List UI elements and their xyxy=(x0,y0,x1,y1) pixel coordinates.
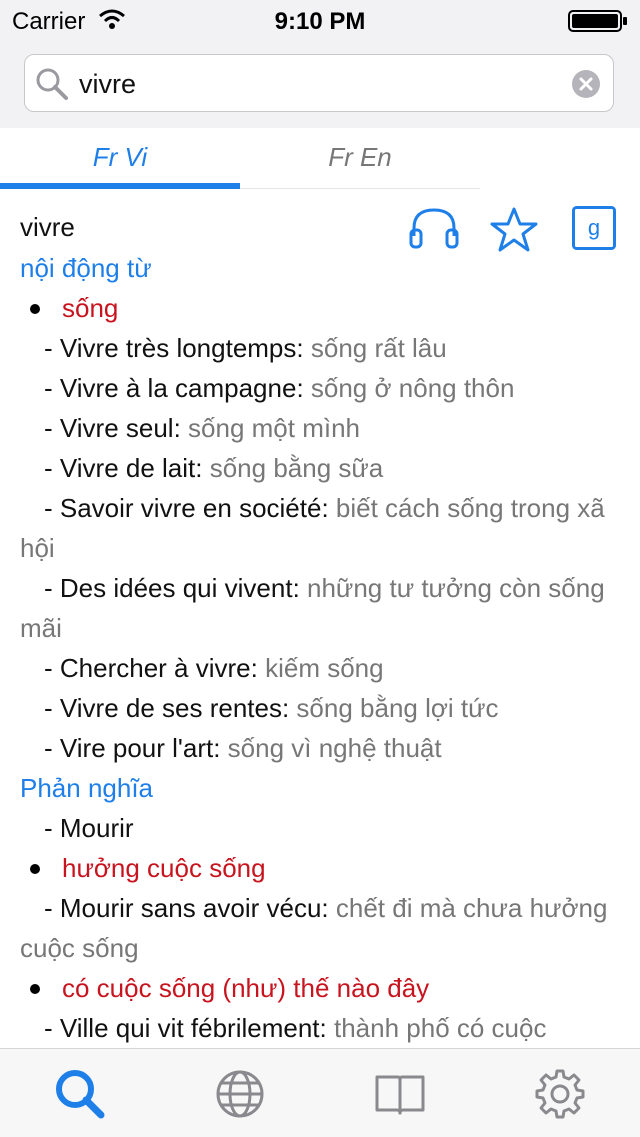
example-fr: - Vivre très longtemps xyxy=(44,333,297,363)
example-fr: - Vire pour l'art xyxy=(44,733,214,763)
clear-search-icon[interactable] xyxy=(571,69,601,99)
example-line: - Mourir sans avoir vécu: chết đi mà chư… xyxy=(20,893,608,963)
example-vi: kiếm sống xyxy=(265,653,384,683)
star-icon[interactable] xyxy=(490,206,538,252)
part-of-speech: nội động từ xyxy=(20,253,152,283)
example-line: - Vivre de ses rentes: sống bằng lợi tức xyxy=(44,693,499,723)
search-icon[interactable] xyxy=(53,1067,107,1121)
example-fr: - Vivre de lait xyxy=(44,453,196,483)
example-line: - Vivre très longtemps: sống rất lâu xyxy=(44,333,447,363)
antonym-heading: Phản nghĩa xyxy=(20,773,154,803)
example-vi: sống vì nghệ thuật xyxy=(227,733,442,763)
google-icon[interactable]: g xyxy=(572,206,616,250)
example-line: - Ville qui vit fébrilement: thành phố c… xyxy=(44,1013,547,1043)
example-line: - Vivre à la campagne: sống ở nông thôn xyxy=(44,373,515,403)
svg-text:g: g xyxy=(588,215,600,240)
status-bar: Carrier 9:10 PM xyxy=(0,0,640,40)
search-input[interactable] xyxy=(77,63,561,105)
tab-bar xyxy=(0,1048,640,1137)
globe-icon[interactable] xyxy=(213,1067,267,1121)
example-vi: sống rất lâu xyxy=(310,333,447,363)
example-line: - Savoir vivre en société: biết cách sốn… xyxy=(20,493,605,563)
example-vi: sống bằng sữa xyxy=(209,453,384,483)
example-fr: - Vivre à la campagne xyxy=(44,373,297,403)
example-fr: - Des idées qui vivent xyxy=(44,573,293,603)
sense-heading: có cuộc sống (như) thế nào đây xyxy=(20,968,640,1008)
tab-fr-vi[interactable]: Fr Vi xyxy=(0,128,240,189)
search-header xyxy=(0,40,640,128)
headword: vivre xyxy=(20,212,75,242)
example-line: - Vivre seul: sống một mình xyxy=(44,413,361,443)
example-line: - Des idées qui vivent: những tư tưởng c… xyxy=(20,573,605,643)
example-fr: - Savoir vivre en société xyxy=(44,493,322,523)
search-bar[interactable] xyxy=(24,54,614,112)
example-line: - Chercher à vivre: kiếm sống xyxy=(44,653,384,683)
sense-heading: hưởng cuộc sống xyxy=(20,848,640,888)
example-fr: - Vivre seul xyxy=(44,413,174,443)
book-icon[interactable] xyxy=(373,1067,427,1121)
clock: 9:10 PM xyxy=(274,8,366,35)
tab-fr-en[interactable]: Fr En xyxy=(240,128,480,188)
dictionary-tabs: Fr Vi Fr En xyxy=(0,128,480,189)
entry-content[interactable]: vivre g nội động từ sống - Vivre très lo… xyxy=(0,188,640,1048)
example-fr: - Chercher à vivre xyxy=(44,653,251,683)
gear-icon[interactable] xyxy=(533,1067,587,1121)
example-fr: - Mourir sans avoir vécu xyxy=(44,893,322,923)
example-vi: sống ở nông thôn xyxy=(310,373,515,403)
sense-heading: sống xyxy=(20,288,640,328)
example-vi: thành phố có cuộc xyxy=(333,1013,547,1043)
battery-icon xyxy=(568,10,627,32)
example-vi: sống bằng lợi tức xyxy=(296,693,499,723)
headphones-icon[interactable] xyxy=(408,206,460,250)
example-fr: - Ville qui vit fébrilement xyxy=(44,1013,320,1043)
example-line: - Vire pour l'art: sống vì nghệ thuật xyxy=(44,733,442,763)
example-vi: sống một mình xyxy=(188,413,361,443)
example-fr: - Vivre de ses rentes xyxy=(44,693,282,723)
antonym-line: - Mourir xyxy=(44,813,134,843)
search-icon xyxy=(36,68,68,100)
example-line: - Vivre de lait: sống bằng sữa xyxy=(44,453,384,483)
